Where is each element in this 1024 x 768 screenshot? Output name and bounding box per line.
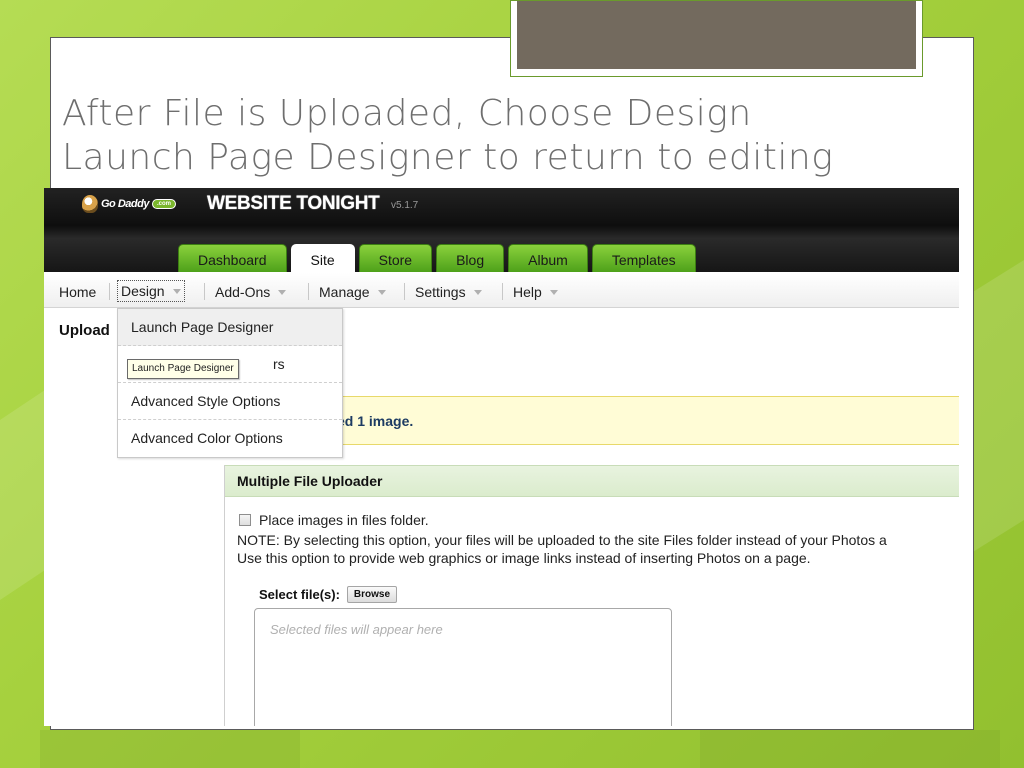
logo-text: Go Daddy bbox=[101, 198, 149, 210]
menu-help-label: Help bbox=[513, 284, 542, 300]
menu-separator bbox=[404, 283, 405, 300]
dropdown-item-advanced-style-options[interactable]: Advanced Style Options bbox=[118, 383, 342, 420]
selected-files-placeholder: Selected files will appear here bbox=[270, 622, 443, 637]
slide-title-line-2: Launch Page Designer to return to editin… bbox=[62, 137, 834, 178]
app-header: Go Daddy .com WEBSITE TONIGHT v5.1.7 Das… bbox=[44, 188, 959, 272]
launch-page-designer-tooltip: Launch Page Designer bbox=[127, 359, 239, 379]
product-version: v5.1.7 bbox=[391, 200, 419, 211]
slide-header-fill bbox=[517, 1, 916, 69]
uploader-note-line-1: NOTE: By selecting this option, your fil… bbox=[237, 532, 887, 548]
tab-album[interactable]: Album bbox=[508, 244, 588, 272]
menu-manage-label: Manage bbox=[319, 284, 370, 300]
godaddy-logo[interactable]: Go Daddy .com bbox=[82, 193, 176, 215]
tab-dashboard[interactable]: Dashboard bbox=[178, 244, 287, 272]
menu-settings-label: Settings bbox=[415, 284, 466, 300]
menu-settings[interactable]: Settings bbox=[415, 282, 482, 302]
menu-help[interactable]: Help bbox=[513, 282, 558, 302]
dropdown-item-advanced-color-options[interactable]: Advanced Color Options bbox=[118, 420, 342, 457]
tab-blog[interactable]: Blog bbox=[436, 244, 505, 272]
menu-home[interactable]: Home bbox=[59, 282, 96, 302]
tab-store[interactable]: Store bbox=[358, 244, 433, 272]
menu-design[interactable]: Design bbox=[117, 280, 185, 302]
menu-design-label: Design bbox=[121, 283, 165, 299]
slide-title-line-1: After File is Uploaded, Choose Design bbox=[62, 93, 752, 134]
uploader-title: Multiple File Uploader bbox=[225, 465, 959, 497]
select-files-label: Select file(s): bbox=[259, 587, 340, 602]
tab-site[interactable]: Site bbox=[290, 244, 355, 272]
chevron-down-icon bbox=[172, 288, 181, 294]
place-in-files-checkbox[interactable] bbox=[239, 514, 251, 526]
uploader-note-line-2: Use this option to provide web graphics … bbox=[237, 550, 811, 566]
menu-separator bbox=[109, 283, 110, 300]
slide-header-box bbox=[510, 0, 923, 77]
menu-separator bbox=[502, 283, 503, 300]
website-tonight-screenshot: Go Daddy .com WEBSITE TONIGHT v5.1.7 Das… bbox=[44, 188, 959, 726]
chevron-down-icon bbox=[473, 289, 482, 295]
godaddy-logo-icon bbox=[82, 195, 98, 213]
chevron-down-icon bbox=[278, 289, 287, 295]
menu-addons-label: Add-Ons bbox=[215, 284, 271, 300]
chevron-down-icon bbox=[377, 289, 386, 295]
design-dropdown-menu: Launch Page Designer rs Advanced Style O… bbox=[117, 308, 343, 458]
dropdown-item-launch-page-designer[interactable]: Launch Page Designer bbox=[118, 309, 342, 346]
success-alert-text: ed 1 image. bbox=[337, 413, 414, 429]
menu-manage[interactable]: Manage bbox=[319, 282, 386, 302]
menu-addons[interactable]: Add-Ons bbox=[215, 282, 287, 302]
place-in-files-label: Place images in files folder. bbox=[259, 512, 429, 528]
multiple-file-uploader: Multiple File Uploader Place images in f… bbox=[224, 465, 959, 726]
page-heading: Upload bbox=[59, 322, 110, 339]
tab-templates[interactable]: Templates bbox=[591, 244, 696, 272]
menu-separator bbox=[308, 283, 309, 300]
select-files-row: Select file(s): Browse bbox=[259, 586, 398, 603]
menu-separator bbox=[204, 283, 205, 300]
browse-button[interactable]: Browse bbox=[346, 586, 398, 603]
logo-com-badge: .com bbox=[151, 199, 176, 209]
menu-home-label: Home bbox=[59, 284, 97, 300]
selected-files-area[interactable]: Selected files will appear here bbox=[254, 608, 672, 726]
product-name: WEBSITE TONIGHT bbox=[207, 193, 380, 214]
site-menubar: Home Design Add-Ons Manage Settings Help bbox=[44, 273, 959, 308]
slide-title: After File is Uploaded, Choose Design La… bbox=[62, 92, 962, 180]
chevron-down-icon bbox=[549, 289, 558, 295]
main-tabs: Dashboard Site Store Blog Album Template… bbox=[178, 243, 700, 272]
place-in-files-option[interactable]: Place images in files folder. bbox=[239, 512, 429, 528]
